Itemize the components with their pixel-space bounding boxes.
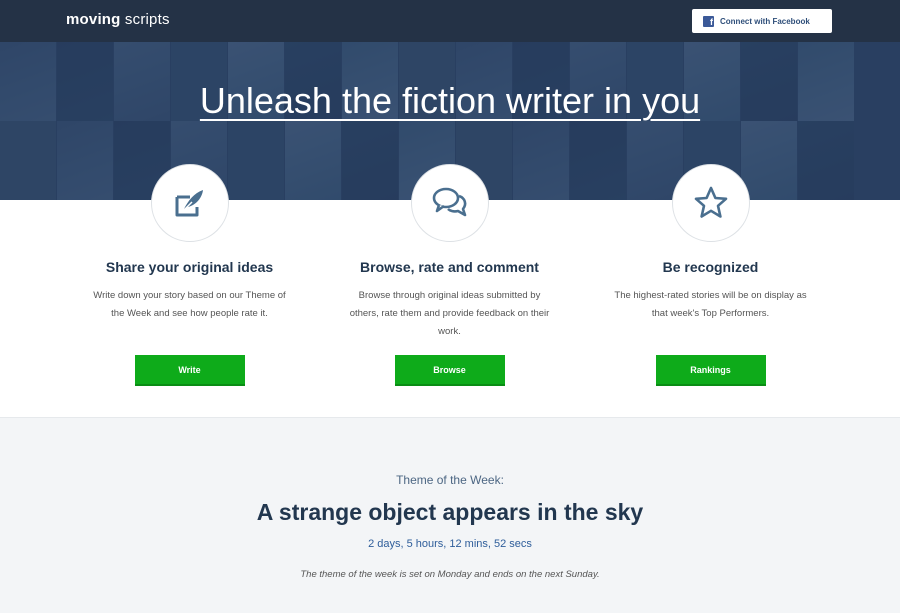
feature-title: Share your original ideas <box>105 259 274 275</box>
feature-title: Browse, rate and comment <box>360 259 539 275</box>
feature-description: The highest-rated stories will be on dis… <box>614 290 807 319</box>
star-icon <box>694 186 727 218</box>
theme-note: The theme of the week is set on Monday a… <box>300 569 600 580</box>
theme-countdown: 2 days, 5 hours, 12 mins, 52 secs <box>368 538 532 550</box>
rankings-button[interactable]: Rankings <box>655 355 766 386</box>
chat-bubbles-icon <box>432 187 466 217</box>
logo-text-light: scripts <box>124 11 170 28</box>
feature-icon-circle <box>410 164 489 242</box>
hero-title[interactable]: Unleash the fiction writer in you <box>0 80 900 122</box>
feature-description: Write down your story based on our Theme… <box>93 290 286 319</box>
facebook-icon: f <box>703 15 714 27</box>
theme-of-week-section: Theme of the Week: A strange object appe… <box>0 419 900 613</box>
browse-button[interactable]: Browse <box>394 355 505 386</box>
feature-title: Be recognized <box>662 259 759 275</box>
feature-icon-circle <box>150 164 229 242</box>
write-quill-icon <box>175 190 203 217</box>
feature-description: Browse through original ideas submitted … <box>349 290 550 337</box>
logo-text-bold: moving <box>66 11 121 28</box>
theme-title: A strange object appears in the sky <box>256 499 644 525</box>
features-section: Share your original ideas Write down you… <box>0 164 900 418</box>
write-button[interactable]: Write <box>134 355 245 386</box>
connect-facebook-button[interactable]: f Connect with Facebook <box>692 9 832 33</box>
theme-label: Theme of the Week: <box>396 473 504 487</box>
connect-facebook-label: Connect with Facebook <box>720 16 810 26</box>
site-logo[interactable]: moving scripts <box>66 11 170 28</box>
top-navigation-bar: moving scripts f Connect with Facebook <box>0 0 900 42</box>
feature-icon-circle <box>671 164 750 242</box>
